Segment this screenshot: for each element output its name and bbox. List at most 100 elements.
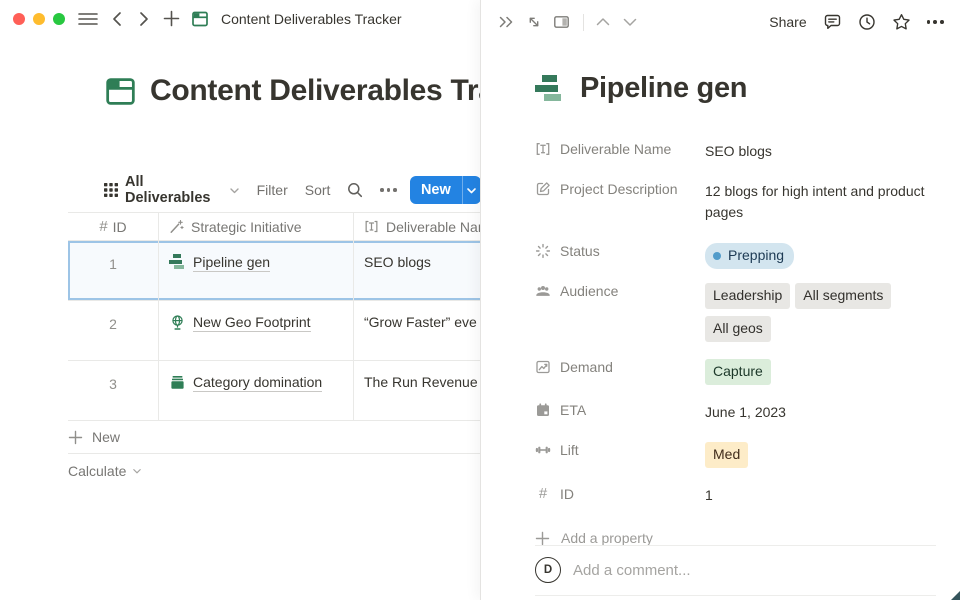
table-page-icon	[191, 10, 209, 28]
zoom-window-button[interactable]	[53, 13, 65, 25]
status-pill[interactable]: Prepping	[705, 243, 794, 269]
property-row-audience: Audience LeadershipAll segments All geos	[535, 273, 936, 349]
property-value[interactable]: June 1, 2023	[705, 392, 936, 423]
property-value[interactable]: 12 blogs for high intent and product pag…	[705, 171, 936, 223]
cell-initiative[interactable]: Pipeline gen	[158, 241, 353, 301]
dumbbell-icon	[535, 442, 551, 458]
lift-tag[interactable]: Med	[705, 442, 748, 468]
property-label-text: ETA	[560, 402, 586, 418]
panel-toolbar: Share	[481, 0, 960, 40]
comment-section: D Add a comment...	[535, 545, 936, 596]
hash-icon: #	[99, 218, 107, 235]
calculate-button[interactable]: Calculate	[68, 454, 481, 487]
property-label[interactable]: Project Description	[535, 171, 705, 197]
window-controls	[13, 13, 65, 25]
property-label[interactable]: ETA	[535, 392, 705, 418]
audience-tag[interactable]: All segments	[795, 283, 891, 309]
comment-icon[interactable]	[823, 13, 842, 31]
more-icon[interactable]	[927, 20, 944, 24]
chevron-up-icon[interactable]	[595, 16, 611, 28]
property-value[interactable]: 1	[705, 475, 936, 506]
property-row-deliverable-name: Deliverable Name SEO blogs	[535, 131, 936, 171]
tab-title[interactable]: Content Deliverables Tracker	[221, 11, 402, 27]
comment-input-row[interactable]: D Add a comment...	[535, 557, 936, 583]
close-window-button[interactable]	[13, 13, 25, 25]
cell-deliverable[interactable]: “Grow Faster” eve	[353, 301, 481, 361]
minimize-window-button[interactable]	[33, 13, 45, 25]
property-row-status: Status Prepping	[535, 233, 936, 273]
cell-deliverable[interactable]: The Run Revenue S	[353, 361, 481, 421]
property-value[interactable]: LeadershipAll segments All geos	[705, 273, 936, 349]
text-icon	[364, 219, 379, 234]
calendar-icon	[535, 402, 551, 418]
table-header-row: # ID Strategic Initiative Deliverable Na…	[68, 212, 481, 241]
property-value[interactable]: SEO blogs	[705, 131, 936, 162]
page-title[interactable]: Content Deliverables Tracker	[150, 74, 481, 108]
demand-tag[interactable]: Capture	[705, 359, 771, 385]
audience-tag[interactable]: All geos	[705, 316, 771, 342]
clock-icon[interactable]	[858, 13, 876, 31]
property-label-text: Audience	[560, 283, 618, 299]
divider	[535, 545, 936, 546]
property-value[interactable]: Med	[705, 432, 936, 475]
page-link[interactable]: Category domination	[193, 374, 322, 392]
back-icon[interactable]	[110, 11, 124, 27]
column-header-id[interactable]: # ID	[68, 218, 158, 235]
new-record-label[interactable]: New	[410, 182, 462, 198]
star-icon[interactable]	[892, 13, 911, 31]
property-label[interactable]: Status	[535, 233, 705, 259]
property-row-demand: Demand Capture	[535, 349, 936, 392]
table-row[interactable]: 3 Category domination The Run Revenue S	[68, 361, 481, 421]
panel-toolbar-right: Share	[769, 13, 944, 31]
cell-id[interactable]: 2	[68, 301, 158, 347]
property-row-eta: ETA June 1, 2023	[535, 392, 936, 432]
cell-initiative[interactable]: New Geo Footprint	[158, 301, 353, 361]
bars-page-icon	[169, 254, 186, 270]
share-button[interactable]: Share	[769, 14, 806, 30]
page-link[interactable]: New Geo Footprint	[193, 314, 311, 332]
side-peek-icon[interactable]	[553, 14, 570, 30]
double-chevron-right-icon[interactable]	[498, 14, 515, 30]
table-row[interactable]: 1 Pipeline gen SEO blogs	[68, 241, 481, 301]
property-value[interactable]: Capture	[705, 349, 936, 392]
expand-icon[interactable]	[526, 14, 542, 30]
chart-icon	[535, 359, 551, 375]
divider	[535, 595, 936, 596]
comment-input[interactable]: Add a comment...	[573, 562, 691, 579]
forward-icon[interactable]	[137, 11, 151, 27]
property-label[interactable]: # ID	[535, 475, 705, 502]
audience-tag[interactable]: Leadership	[705, 283, 790, 309]
cell-deliverable[interactable]: SEO blogs	[353, 241, 481, 301]
property-label[interactable]: Audience	[535, 273, 705, 299]
new-record-button[interactable]: New	[410, 176, 481, 204]
hamburger-icon[interactable]	[78, 11, 98, 27]
column-header-deliverable[interactable]: Deliverable Name	[353, 212, 481, 241]
calculate-label: Calculate	[68, 463, 126, 479]
filter-button[interactable]: Filter	[257, 182, 288, 198]
peek-page-title[interactable]: Pipeline gen	[580, 72, 747, 105]
new-record-caret[interactable]	[463, 185, 482, 196]
page-link[interactable]: Pipeline gen	[193, 254, 270, 272]
table-new-row-button[interactable]: New	[68, 421, 481, 454]
search-icon[interactable]	[347, 182, 363, 198]
cell-id[interactable]: 1	[68, 241, 158, 287]
chevron-down-icon	[132, 466, 142, 476]
chevron-down-icon	[229, 185, 240, 196]
property-label[interactable]: Deliverable Name	[535, 131, 705, 157]
page-icon[interactable]	[104, 75, 137, 108]
more-icon[interactable]	[380, 188, 397, 192]
property-label[interactable]: Demand	[535, 349, 705, 375]
column-header-initiative[interactable]: Strategic Initiative	[158, 212, 353, 241]
bars-page-icon[interactable]	[535, 75, 565, 103]
edit-icon	[535, 181, 551, 197]
property-label[interactable]: Lift	[535, 432, 705, 458]
property-value[interactable]: Prepping	[705, 233, 936, 269]
sort-button[interactable]: Sort	[305, 182, 331, 198]
cell-initiative[interactable]: Category domination	[158, 361, 353, 421]
new-tab-plus-icon[interactable]	[163, 10, 180, 27]
chevron-down-icon[interactable]	[622, 16, 638, 28]
main-pane: Content Deliverables Tracker Content Del…	[0, 0, 481, 600]
cell-id[interactable]: 3	[68, 361, 158, 407]
table-row[interactable]: 2 New Geo Footprint “Grow Faster” eve	[68, 301, 481, 361]
view-selector[interactable]: All Deliverables	[125, 174, 224, 206]
